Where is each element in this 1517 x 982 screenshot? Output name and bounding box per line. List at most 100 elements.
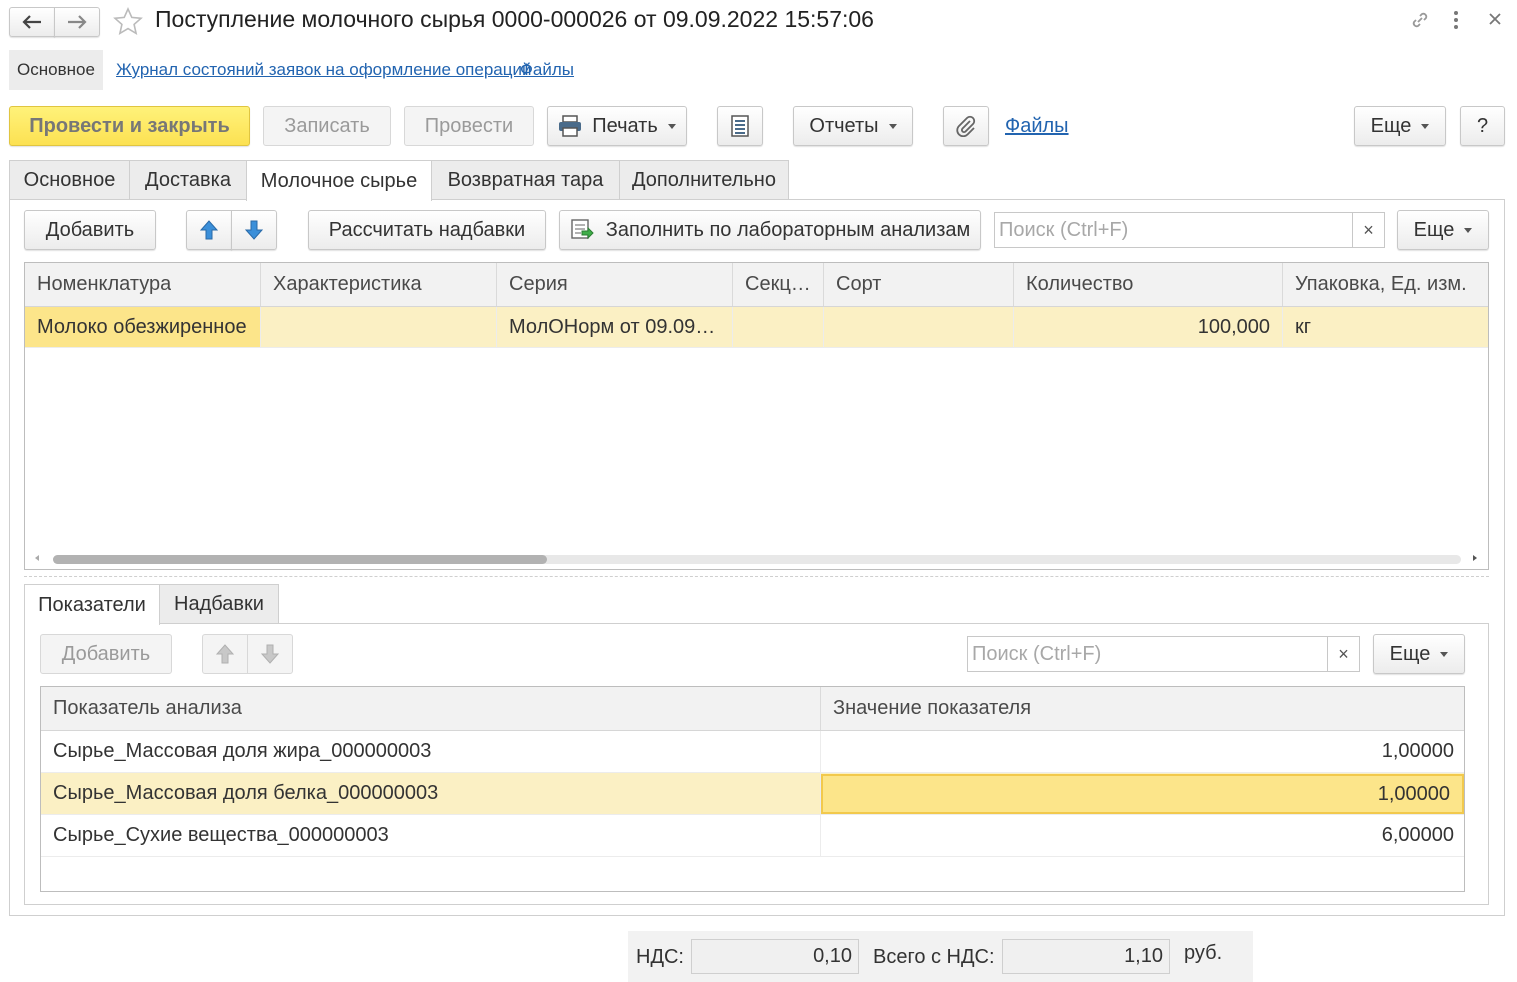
cell-indicator[interactable]: Сырье_Массовая доля белка_000000003 [41, 773, 821, 814]
cell-indicator[interactable]: Сырье_Массовая доля жира_000000003 [41, 731, 821, 772]
cell-section[interactable] [733, 307, 824, 347]
calc-surcharges-button[interactable]: Рассчитать надбавки [308, 210, 546, 250]
cell-unit[interactable]: кг [1283, 307, 1488, 347]
more-button[interactable]: Еще [1354, 106, 1446, 146]
table-row[interactable]: Сырье_Массовая доля жира_000000003 1,000… [41, 731, 1464, 773]
total-field: 1,10 [1002, 939, 1170, 974]
cell-series[interactable]: МолОНорм от 09.09.2022 [497, 307, 733, 347]
column-header[interactable]: Показатель анализа [41, 687, 821, 730]
goods-search-input[interactable] [995, 213, 1352, 247]
print-button[interactable]: Печать [547, 106, 687, 146]
nav-link-files[interactable]: Файлы [520, 60, 574, 80]
cell-nomenclature[interactable]: Молоко обезжиренное [25, 307, 261, 347]
indicator-move-up-button[interactable] [202, 634, 248, 674]
post-button[interactable]: Провести [404, 106, 534, 146]
move-down-button[interactable] [231, 210, 277, 250]
document-list-button[interactable] [717, 106, 763, 146]
attach-button[interactable] [943, 106, 989, 146]
goods-more-label: Еще [1413, 218, 1455, 241]
chevron-down-icon [667, 123, 676, 129]
fill-table-icon [570, 218, 594, 242]
vat-label: НДС: [636, 946, 684, 968]
tab-additional[interactable]: Дополнительно [619, 160, 789, 200]
goods-search: × [994, 212, 1385, 248]
cell-characteristic[interactable] [261, 307, 497, 347]
close-icon[interactable] [1487, 11, 1503, 27]
table-row[interactable]: Сырье_Сухие вещества_000000003 6,00000 [41, 815, 1464, 857]
more-button-label: Еще [1370, 114, 1412, 137]
splitter[interactable] [24, 576, 1489, 577]
goods-table-header: Номенклатура Характеристика Серия Секция… [25, 263, 1488, 307]
column-header[interactable]: Сорт [824, 263, 1014, 306]
indicator-more-button[interactable]: Еще [1373, 634, 1465, 674]
table-row[interactable]: Сырье_Массовая доля белка_000000003 1,00… [41, 773, 1464, 815]
save-button[interactable]: Записать [263, 106, 391, 146]
column-header[interactable]: Номенклатура [25, 263, 261, 306]
favorite-star-icon[interactable] [112, 6, 144, 38]
arrow-down-icon [261, 644, 279, 664]
print-button-label: Печать [592, 114, 658, 137]
column-header[interactable]: Характеристика [261, 263, 497, 306]
column-header[interactable]: Количество [1014, 263, 1283, 306]
printer-icon [558, 115, 582, 137]
indicator-search-input[interactable] [968, 637, 1327, 671]
scroll-left-icon[interactable] [35, 555, 39, 561]
subtab-indicators[interactable]: Показатели [24, 584, 160, 625]
currency-label: руб. [1184, 942, 1223, 964]
indicator-search: × [967, 636, 1360, 672]
scrollbar-thumb[interactable] [53, 555, 547, 564]
more-vertical-icon[interactable] [1450, 10, 1462, 30]
chevron-down-icon [1464, 227, 1473, 233]
forward-button[interactable] [54, 7, 100, 37]
paperclip-icon [955, 115, 977, 137]
cell-indicator[interactable]: Сырье_Сухие вещества_000000003 [41, 815, 821, 856]
add-indicator-button[interactable]: Добавить [40, 634, 172, 674]
indicator-move-down-button[interactable] [247, 634, 293, 674]
reports-button-label: Отчеты [809, 114, 879, 137]
help-button[interactable]: ? [1460, 106, 1505, 146]
column-header[interactable]: Значение показателя [821, 687, 1464, 730]
page-title: Поступление молочного сырья 0000-000026 … [155, 6, 874, 32]
back-button[interactable] [9, 7, 55, 37]
tab-return-tare[interactable]: Возвратная тара [431, 160, 620, 200]
cell-value[interactable]: 1,00000 [821, 731, 1464, 772]
cell-quantity[interactable]: 100,000 [1014, 307, 1283, 347]
add-goods-button[interactable]: Добавить [24, 210, 156, 250]
tab-delivery[interactable]: Доставка [129, 160, 247, 200]
tab-main[interactable]: Основное [9, 160, 130, 200]
column-header[interactable]: Серия [497, 263, 733, 306]
nav-tab-main[interactable]: Основное [9, 50, 103, 90]
arrow-up-icon [216, 644, 234, 664]
indicator-search-clear-button[interactable]: × [1327, 637, 1359, 671]
scroll-right-icon[interactable] [1473, 555, 1477, 561]
move-up-button[interactable] [186, 210, 232, 250]
cell-grade[interactable] [824, 307, 1014, 347]
nav-link-journal[interactable]: Журнал состояний заявок на оформление оп… [116, 60, 531, 80]
files-link[interactable]: Файлы [1005, 115, 1069, 138]
cell-value[interactable]: 1,00000 [821, 774, 1464, 814]
chevron-down-icon [1421, 123, 1430, 129]
table-row[interactable]: Молоко обезжиренное МолОНорм от 09.09.20… [25, 307, 1488, 348]
chevron-down-icon [1440, 651, 1449, 657]
post-and-close-button[interactable]: Провести и закрыть [9, 106, 250, 146]
fill-lab-analysis-button[interactable]: Заполнить по лабораторным анализам [559, 210, 981, 250]
document-list-icon [731, 115, 749, 137]
column-header[interactable]: Упаковка, Ед. изм. [1283, 263, 1488, 306]
goods-more-button[interactable]: Еще [1397, 210, 1489, 250]
reports-button[interactable]: Отчеты [793, 106, 913, 146]
column-header[interactable]: Секция [733, 263, 824, 306]
arrow-left-icon [22, 15, 42, 29]
indicator-more-label: Еще [1389, 642, 1431, 665]
arrow-right-icon [67, 15, 87, 29]
link-icon[interactable] [1409, 9, 1431, 31]
arrow-up-icon [200, 220, 218, 240]
subtab-surcharges[interactable]: Надбавки [159, 584, 279, 624]
cell-value[interactable]: 6,00000 [821, 815, 1464, 856]
total-label: Всего с НДС: [873, 946, 995, 968]
goods-search-clear-button[interactable]: × [1352, 213, 1384, 247]
horizontal-scrollbar[interactable] [53, 555, 1461, 564]
tab-milk-raw[interactable]: Молочное сырье [246, 160, 432, 201]
fill-lab-analysis-label: Заполнить по лабораторным анализам [605, 218, 971, 241]
chevron-down-icon [888, 123, 897, 129]
indicators-table-header: Показатель анализа Значение показателя [41, 687, 1464, 731]
